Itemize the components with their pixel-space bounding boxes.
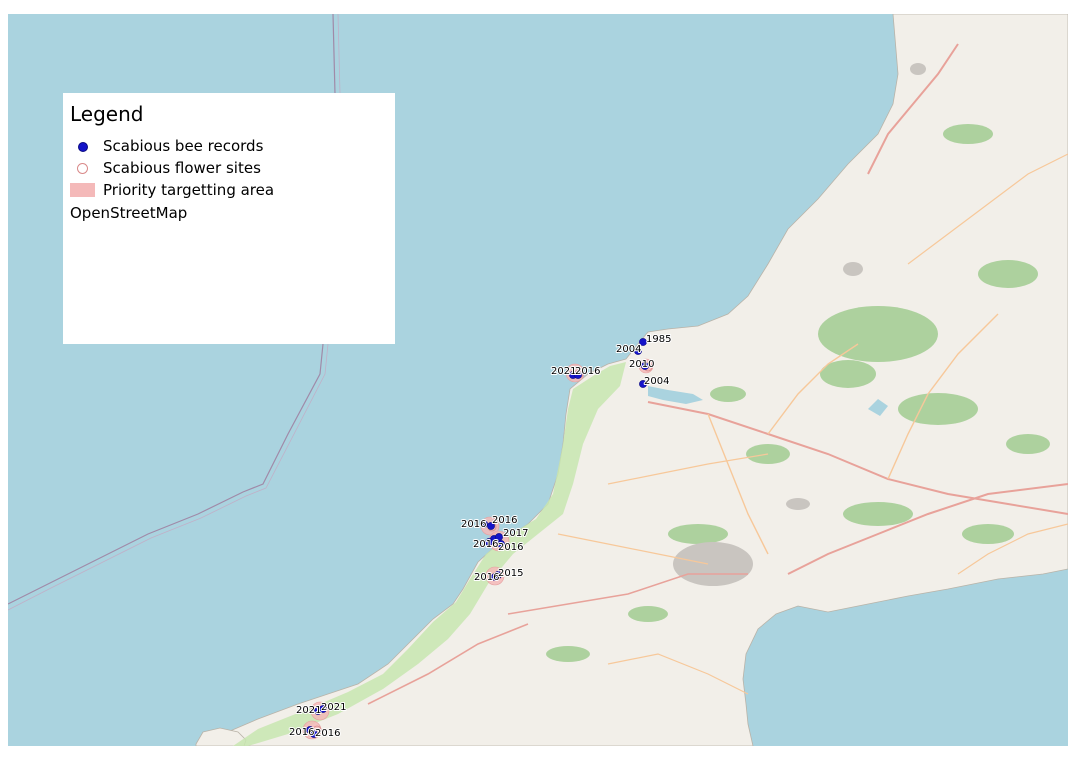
year-label: 2016 [473, 539, 498, 550]
legend-item-label: Scabious flower sites [103, 159, 261, 177]
blue-dot-icon [70, 138, 96, 154]
hollow-circle-icon [70, 160, 96, 176]
legend-item-label: Priority targetting area [103, 181, 275, 199]
legend-item-label: Scabious bee records [103, 137, 264, 155]
year-label: 2021 [321, 702, 346, 713]
year-label: 2016 [289, 727, 314, 738]
map-canvas[interactable]: 1985 2004 2010 2004 2021 2016 2016 2016 … [8, 14, 1068, 746]
year-label: 2016 [474, 572, 499, 583]
legend-title: Legend [70, 102, 144, 126]
year-label: 2021 [296, 705, 321, 716]
map-legend: Legend Scabious bee records Scabious flo… [63, 93, 395, 344]
year-label: 2004 [644, 376, 669, 387]
year-label: 2010 [629, 359, 654, 370]
year-label: 2015 [498, 568, 523, 579]
year-label: 2017 [503, 528, 528, 539]
year-label: 2016 [498, 542, 523, 553]
year-label: 2016 [575, 366, 600, 377]
legend-item-flower-sites: Scabious flower sites [70, 157, 388, 179]
year-label: 2004 [616, 344, 641, 355]
legend-basemap-label: OpenStreetMap [70, 204, 188, 222]
year-label: 2016 [461, 519, 486, 530]
legend-item-bee-records: Scabious bee records [70, 135, 388, 157]
year-label: 2016 [315, 728, 340, 739]
year-label: 2016 [492, 515, 517, 526]
year-label: 2021 [551, 366, 576, 377]
fill-square-icon [70, 182, 96, 198]
year-label: 1985 [646, 334, 671, 345]
legend-item-priority-area: Priority targetting area [70, 179, 388, 201]
